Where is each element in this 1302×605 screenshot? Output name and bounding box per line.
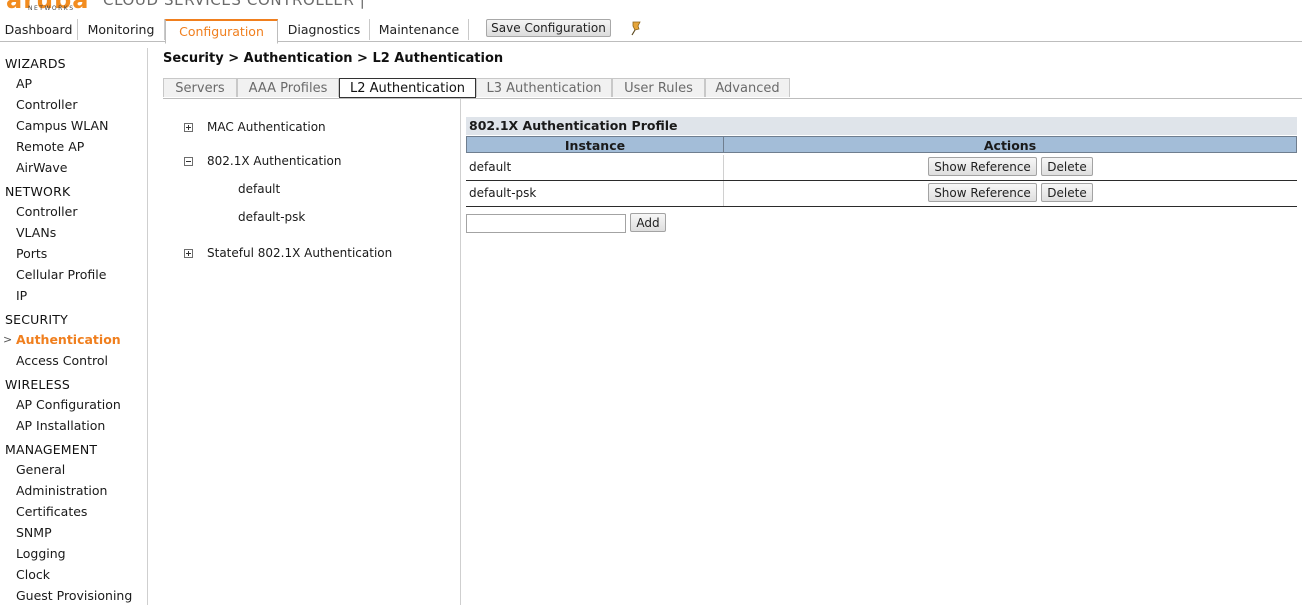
profile-tree: MAC Authentication 802.1X Authentication… [163, 99, 460, 605]
tree-node-default[interactable]: default [238, 182, 280, 196]
tab-aaa-profiles[interactable]: AAA Profiles [237, 78, 339, 97]
sidebar-item-certificates[interactable]: Certificates [16, 504, 87, 519]
cell-divider [723, 181, 724, 206]
sidebar-item-network-controller[interactable]: Controller [16, 204, 78, 219]
sidebar-group-management: MANAGEMENT [5, 442, 98, 457]
sidebar-item-general[interactable]: General [16, 462, 65, 477]
tab-servers[interactable]: Servers [163, 78, 237, 97]
sidebar-item-administration[interactable]: Administration [16, 483, 107, 498]
cell-divider [723, 155, 724, 180]
subtab-bar: Servers AAA Profiles L2 Authentication L… [163, 78, 1302, 99]
profile-title: 802.1X Authentication Profile [466, 117, 1297, 135]
column-header-instance: Instance [466, 136, 724, 153]
sidebar-group-wizards: WIZARDS [5, 56, 66, 71]
column-header-actions: Actions [723, 136, 1297, 153]
sidebar-item-wizard-controller[interactable]: Controller [16, 97, 78, 112]
sidebar-item-guest-provisioning[interactable]: Guest Provisioning [16, 588, 132, 603]
tree-node-mac-authentication[interactable]: MAC Authentication [207, 120, 326, 134]
expand-icon[interactable] [184, 249, 193, 258]
instance-name: default [469, 160, 512, 174]
sidebar-item-ap-configuration[interactable]: AP Configuration [16, 397, 121, 412]
sidebar-item-ip[interactable]: IP [16, 288, 27, 303]
sidebar-item-wizard-ap[interactable]: AP [16, 76, 32, 91]
active-caret-icon: > [3, 333, 13, 346]
sidebar-item-campus-wlan[interactable]: Campus WLAN [16, 118, 108, 133]
tab-dashboard[interactable]: Dashboard [0, 19, 78, 40]
sidebar-item-airwave[interactable]: AirWave [16, 160, 67, 175]
tree-node-8021x-authentication[interactable]: 802.1X Authentication [207, 154, 341, 168]
instance-name: default-psk [469, 186, 537, 200]
tab-monitoring[interactable]: Monitoring [78, 19, 165, 40]
sidebar-item-ap-installation[interactable]: AP Installation [16, 418, 105, 433]
aruba-logo-subtitle: NETWORKS [28, 5, 75, 12]
delete-button[interactable]: Delete [1041, 157, 1093, 176]
sidebar-item-access-control[interactable]: Access Control [16, 353, 108, 368]
product-title: CLOUD SERVICES CONTROLLER | [103, 0, 366, 9]
sidebar: WIZARDS AP Controller Campus WLAN Remote… [0, 48, 148, 605]
sidebar-item-snmp[interactable]: SNMP [16, 525, 52, 540]
tab-diagnostics[interactable]: Diagnostics [279, 19, 370, 40]
delete-button[interactable]: Delete [1041, 183, 1093, 202]
collapse-icon[interactable] [184, 157, 193, 166]
new-instance-input[interactable] [466, 214, 626, 233]
sidebar-item-ports[interactable]: Ports [16, 246, 47, 261]
tab-configuration[interactable]: Configuration [165, 19, 278, 44]
show-reference-button[interactable]: Show Reference [928, 157, 1037, 176]
tab-maintenance[interactable]: Maintenance [370, 19, 469, 40]
sidebar-item-clock[interactable]: Clock [16, 567, 50, 582]
sidebar-group-wireless: WIRELESS [5, 377, 70, 392]
breadcrumb: Security > Authentication > L2 Authentic… [163, 51, 504, 66]
sidebar-item-cellular-profile[interactable]: Cellular Profile [16, 267, 106, 282]
expand-icon[interactable] [184, 123, 193, 132]
table-row: default-psk Show Reference Delete [466, 181, 1297, 207]
table-row: default Show Reference Delete [466, 155, 1297, 181]
sidebar-group-network: NETWORK [5, 184, 71, 199]
sidebar-item-authentication[interactable]: Authentication [16, 332, 121, 347]
pin-icon[interactable] [629, 20, 643, 36]
sidebar-group-security: SECURITY [5, 312, 68, 327]
add-button[interactable]: Add [630, 213, 666, 232]
main-nav: Dashboard Monitoring Configuration Diagn… [0, 19, 1302, 44]
show-reference-button[interactable]: Show Reference [928, 183, 1037, 202]
tab-l3-authentication[interactable]: L3 Authentication [476, 78, 612, 97]
tab-advanced[interactable]: Advanced [705, 78, 790, 97]
tree-node-stateful-8021x[interactable]: Stateful 802.1X Authentication [207, 246, 392, 260]
pane-divider [460, 99, 461, 605]
tree-node-default-psk[interactable]: default-psk [238, 210, 305, 224]
save-configuration-button[interactable]: Save Configuration [486, 19, 611, 37]
sidebar-item-remote-ap[interactable]: Remote AP [16, 139, 84, 154]
sidebar-item-vlans[interactable]: VLANs [16, 225, 56, 240]
tab-user-rules[interactable]: User Rules [612, 78, 705, 97]
sidebar-item-logging[interactable]: Logging [16, 546, 66, 561]
tab-l2-authentication[interactable]: L2 Authentication [339, 78, 476, 98]
brand-bar: aruba NETWORKS CLOUD SERVICES CONTROLLER… [0, 0, 1302, 18]
